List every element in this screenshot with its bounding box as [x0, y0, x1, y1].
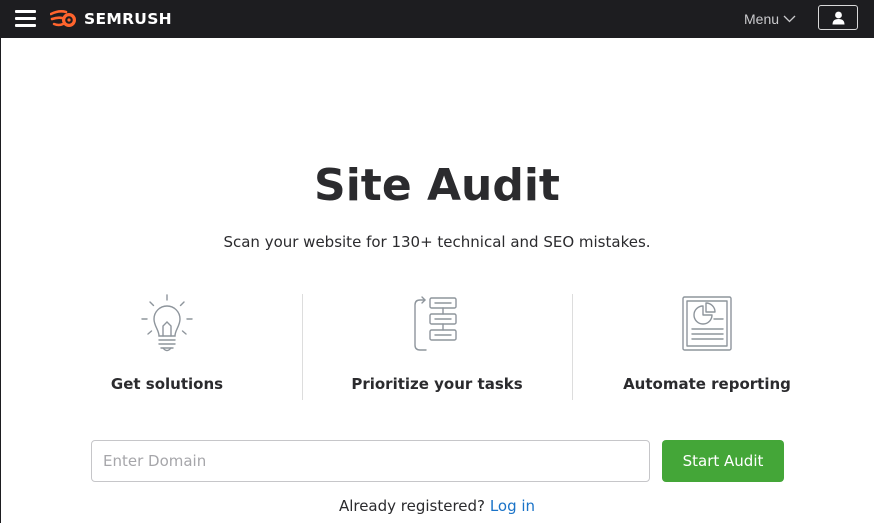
site-audit-page: SEMRUSH Menu Site Audit Scan your websit… — [0, 0, 874, 523]
feature-prioritize-tasks: Prioritize your tasks — [312, 290, 562, 405]
login-prompt-text: Already registered? — [338, 497, 486, 515]
hamburger-menu-icon[interactable] — [15, 10, 36, 27]
login-prompt: Already registered? Log in — [0, 496, 874, 516]
logo-text: SEMRUSH — [84, 10, 172, 28]
menu-label: Menu — [744, 11, 780, 27]
chevron-down-icon — [783, 15, 796, 23]
lightbulb-icon — [141, 294, 193, 352]
feature-label: Automate reporting — [623, 375, 791, 393]
feature-label: Prioritize your tasks — [351, 375, 523, 393]
feature-divider — [572, 294, 573, 400]
domain-input[interactable] — [91, 440, 650, 482]
start-audit-button[interactable]: Start Audit — [662, 440, 784, 482]
user-account-button[interactable] — [818, 5, 858, 30]
menu-dropdown-button[interactable]: Menu — [744, 9, 796, 29]
page-subtitle: Scan your website for 130+ technical and… — [223, 233, 651, 251]
top-navigation-bar: SEMRUSH Menu — [0, 0, 874, 38]
feature-automate-reporting: Automate reporting — [582, 290, 832, 405]
login-link[interactable]: Log in — [490, 497, 535, 515]
feature-label: Get solutions — [110, 375, 224, 393]
window-edge — [0, 38, 1, 523]
semrush-logo[interactable]: SEMRUSH — [50, 9, 172, 29]
feature-get-solutions: Get solutions — [42, 290, 292, 405]
user-icon — [832, 11, 844, 24]
page-title: Site Audit — [314, 160, 560, 211]
semrush-flame-icon — [50, 10, 76, 27]
report-document-icon — [682, 296, 732, 351]
task-flow-icon — [414, 296, 457, 351]
feature-divider — [302, 294, 303, 400]
